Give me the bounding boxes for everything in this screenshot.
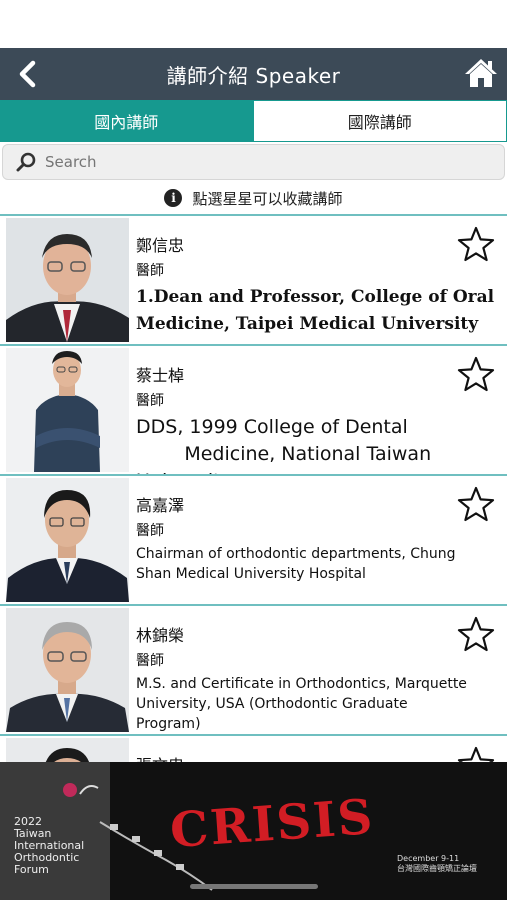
- home-indicator[interactable]: [190, 884, 318, 889]
- search-bar: [2, 144, 505, 180]
- speaker-tabs: 國內講師 國際講師: [0, 100, 507, 142]
- hint-text: 點選星星可以收藏講師: [192, 189, 343, 208]
- forum-logo-icon: [63, 783, 99, 797]
- star-outline-icon[interactable]: [457, 356, 495, 392]
- info-icon: i: [164, 189, 183, 207]
- speaker-photo: [6, 218, 129, 342]
- speaker-role: 醫師: [136, 263, 164, 279]
- speaker-name: 張文忠: [136, 752, 184, 762]
- speaker-description: DDS, 1999 College of Dental Medicine, Na…: [136, 416, 432, 474]
- speaker-row[interactable]: 鄭信忠 醫師 1.Dean and Professor, College of …: [0, 214, 507, 344]
- speaker-role: 醫師: [136, 393, 164, 409]
- speaker-name: 高嘉澤: [136, 496, 185, 515]
- speaker-name: 林錦榮: [136, 626, 185, 645]
- speaker-row[interactable]: 張文忠 醫師: [0, 734, 507, 762]
- tab-international[interactable]: 國際講師: [252, 100, 507, 142]
- speaker-photo: [6, 738, 129, 762]
- speaker-description: 1.Dean and Professor, College of Oral Me…: [136, 287, 495, 334]
- speaker-photo: [6, 478, 129, 602]
- speaker-name: 蔡士棹: [136, 366, 185, 385]
- search-icon: [16, 152, 36, 172]
- page-title: 講師介紹 Speaker: [166, 63, 341, 88]
- search-input[interactable]: [43, 152, 467, 172]
- speaker-description: M.S. and Certificate in Orthodontics, Ma…: [136, 676, 467, 732]
- speaker-row[interactable]: 蔡士棹 醫師 DDS, 1999 College of Dental Medic…: [0, 344, 507, 474]
- speaker-name: 鄭信忠: [136, 236, 185, 255]
- banner-headline: CRISIS: [168, 788, 377, 860]
- event-banner[interactable]: 2022 Taiwan International Orthodontic Fo…: [0, 762, 507, 900]
- tab-domestic[interactable]: 國內講師: [0, 100, 253, 142]
- banner-date: December 9-11 台灣國際齒顎矯正論壇: [397, 854, 477, 873]
- star-outline-icon[interactable]: [457, 486, 495, 522]
- speaker-role: 醫師: [136, 653, 164, 669]
- star-outline-icon[interactable]: [457, 226, 495, 262]
- home-icon[interactable]: [463, 57, 499, 89]
- speaker-list[interactable]: 鄭信忠 醫師 1.Dean and Professor, College of …: [0, 214, 507, 762]
- star-outline-icon[interactable]: [457, 616, 495, 652]
- back-icon[interactable]: [14, 60, 42, 88]
- speaker-photo: [6, 348, 129, 472]
- speaker-description: Chairman of orthodontic departments, Chu…: [136, 546, 456, 582]
- speaker-role: 醫師: [136, 523, 164, 539]
- speaker-row[interactable]: 高嘉澤 醫師 Chairman of orthodontic departmen…: [0, 474, 507, 604]
- star-outline-icon[interactable]: [457, 746, 495, 762]
- speaker-photo: [6, 608, 129, 732]
- favorite-hint: i 點選星星可以收藏講師: [0, 184, 507, 212]
- app-header: 講師介紹 Speaker: [0, 48, 507, 100]
- speaker-row[interactable]: 林錦榮 醫師 M.S. and Certificate in Orthodont…: [0, 604, 507, 734]
- banner-forum-name: 2022 Taiwan International Orthodontic Fo…: [14, 815, 85, 876]
